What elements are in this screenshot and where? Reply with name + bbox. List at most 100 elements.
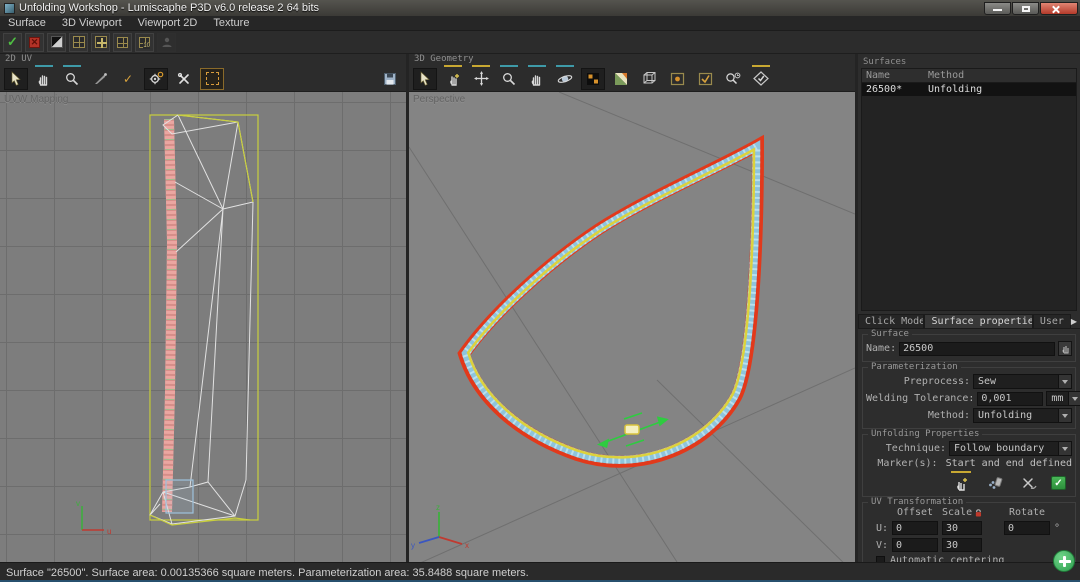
degree-symbol: ° — [1054, 522, 1061, 534]
group-unfolding-title: Unfolding Properties — [868, 429, 983, 439]
validate-badge-icon[interactable]: ✓ — [116, 68, 140, 90]
select-cursor-icon[interactable] — [4, 67, 28, 90]
surfaces-list-header: Name Method — [862, 69, 1076, 83]
method-dropdown[interactable]: Unfolding — [973, 408, 1072, 423]
preprocess-value: Sew — [978, 376, 997, 387]
name-label: Name: — [866, 343, 897, 354]
menu-texture[interactable]: Texture — [205, 16, 257, 30]
v-offset-input[interactable] — [892, 538, 938, 552]
orbit-icon[interactable] — [553, 64, 577, 90]
u-offset-input[interactable] — [892, 521, 938, 535]
grid-cross-icon[interactable] — [91, 32, 110, 52]
marker-tool-row: ✓ — [866, 471, 1072, 493]
welding-unit-value: mm — [1051, 393, 1064, 404]
main-toolbar: ✓ ✕ 10 — [0, 31, 1080, 54]
welding-unit-dropdown[interactable]: mm — [1046, 391, 1080, 406]
validate-box-icon[interactable] — [693, 68, 717, 90]
surfaces-title: Surfaces — [863, 57, 907, 67]
surfaces-list[interactable]: Name Method 26500* Unfolding — [861, 68, 1077, 311]
markers-valid-check-icon[interactable]: ✓ — [1051, 476, 1066, 490]
viewport-3d[interactable]: Perspective z x y — [409, 92, 855, 562]
grid-overlay-icon[interactable] — [113, 32, 132, 52]
tab-scroll-arrow[interactable]: ▶ — [1071, 317, 1080, 328]
save-disk-icon[interactable] — [378, 68, 402, 90]
textured-mode-icon[interactable] — [609, 68, 633, 90]
rotate-column-header: Rotate — [1008, 507, 1046, 518]
validate-check-icon[interactable]: ✓ — [3, 32, 22, 52]
offset-column-header: Offset — [896, 507, 934, 518]
select-surface-icon[interactable] — [665, 68, 689, 90]
viewport-2d[interactable]: UVW Mapping v u — [0, 92, 406, 562]
group-surface-title: Surface — [868, 329, 912, 339]
maximize-button[interactable] — [1012, 1, 1039, 15]
zoom-history-icon[interactable] — [721, 68, 745, 90]
axis-z-label: z — [436, 503, 440, 512]
grid-icon[interactable] — [69, 32, 88, 52]
pick-surface-button[interactable] — [1058, 341, 1072, 356]
surface-row-selected[interactable]: 26500* Unfolding — [862, 83, 1076, 96]
menu-viewport-2d[interactable]: Viewport 2D — [130, 16, 206, 30]
u-scale-input[interactable] — [942, 521, 982, 535]
technique-value: Follow boundary — [954, 443, 1045, 454]
geometry-3d-overlay: z x y — [409, 92, 855, 562]
toolbar-2d: ✓ — [0, 64, 406, 92]
chevron-down-icon — [1068, 392, 1080, 405]
pan-hand-icon[interactable] — [32, 64, 56, 90]
repair-tools-icon[interactable] — [172, 68, 196, 90]
marquee-select-icon[interactable] — [200, 67, 224, 90]
panel-3d-geometry: 3D Geometry Perspective z x y — [409, 54, 855, 562]
menu-3d-viewport[interactable]: 3D Viewport — [54, 16, 130, 30]
move-cross-icon[interactable] — [469, 64, 493, 90]
select-cursor-icon[interactable] — [413, 67, 437, 90]
lock-icon — [975, 508, 982, 516]
group-uv-transformation: UV Transformation Offset Scale Rotate U: — [862, 497, 1076, 562]
welding-tolerance-input[interactable] — [977, 391, 1044, 406]
tab-surface-properties[interactable]: Surface properties — [924, 314, 1033, 328]
toolbar-3d — [409, 64, 855, 92]
u-row-label: U: — [875, 522, 888, 534]
pick-hand-icon[interactable] — [441, 64, 465, 90]
pan-hand-icon[interactable] — [525, 64, 549, 90]
uv-axis-u-label: u — [107, 527, 111, 536]
panel-right: Surfaces Name Method 26500* Unfolding Cl… — [858, 54, 1080, 562]
erase-markers-icon[interactable] — [983, 473, 1007, 493]
grid-10-icon[interactable]: 10 — [135, 32, 154, 52]
v-scale-input[interactable] — [942, 538, 982, 552]
markers-status: Start and end defined — [945, 458, 1072, 469]
tab-user-text[interactable]: User text: — [1032, 314, 1071, 328]
zoom-magnifier-icon[interactable] — [60, 64, 84, 90]
panel-2d-header: 2D UV — [0, 54, 406, 66]
black-white-preview-icon[interactable] — [47, 32, 66, 52]
technique-dropdown[interactable]: Follow boundary — [949, 441, 1072, 456]
shaded-mode-icon[interactable] — [581, 67, 605, 90]
status-bar: Surface "26500". Surface area: 0.0013536… — [0, 562, 1080, 582]
gear-settings-icon[interactable] — [144, 67, 168, 90]
uv-mesh-overlay: v u — [76, 114, 259, 536]
group-parameterization-title: Parameterization — [868, 362, 961, 372]
surface-properties-pane: Surface Name: Parameterization Preproces… — [858, 329, 1080, 562]
column-method: Method — [928, 70, 965, 81]
menu-surface[interactable]: Surface — [0, 16, 54, 30]
add-marker-hand-icon[interactable] — [949, 471, 973, 493]
maximize-icon — [1022, 5, 1030, 12]
clean-tools-icon[interactable] — [1017, 473, 1041, 493]
wireframe-cube-icon[interactable] — [637, 68, 661, 90]
surface-row-name: 26500* — [866, 84, 903, 95]
close-button[interactable] — [1040, 1, 1078, 15]
group-uv-title: UV Transformation — [868, 497, 967, 507]
group-surface: Surface Name: — [862, 329, 1076, 362]
chevron-down-icon — [1058, 375, 1071, 388]
cut-tool-icon[interactable] — [88, 68, 112, 90]
menu-bar: Surface 3D Viewport Viewport 2D Texture — [0, 16, 1080, 31]
surface-name-input[interactable] — [899, 341, 1056, 356]
zoom-magnifier-icon[interactable] — [497, 64, 521, 90]
tab-click-mode[interactable]: Click Mode — [858, 314, 925, 328]
method-label: Method: — [927, 410, 970, 421]
minimize-button[interactable] — [984, 1, 1011, 15]
abort-icon[interactable]: ✕ — [25, 32, 44, 52]
notification-bubble[interactable] — [1053, 550, 1075, 572]
welding-tolerance-label: Welding Tolerance: — [866, 393, 975, 404]
validate-diamond-icon[interactable] — [749, 64, 773, 90]
rotate-input[interactable] — [1004, 521, 1050, 535]
preprocess-dropdown[interactable]: Sew — [973, 374, 1072, 389]
